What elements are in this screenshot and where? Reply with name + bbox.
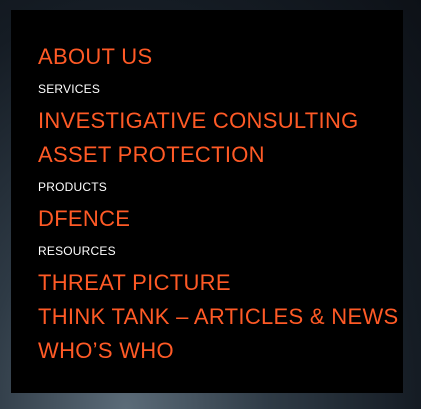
menu-item-about-us[interactable]: ABOUT US	[38, 40, 403, 74]
dropdown-menu-panel: ABOUT US SERVICES INVESTIGATIVE CONSULTI…	[11, 10, 403, 393]
menu-item-threat-picture[interactable]: THREAT PICTURE	[38, 266, 403, 300]
menu-item-think-tank[interactable]: THINK TANK – ARTICLES & NEWS	[38, 300, 403, 334]
menu-item-dfence[interactable]: DFENCE	[38, 202, 403, 236]
menu-item-asset-protection[interactable]: ASSET PROTECTION	[38, 138, 403, 172]
menu-heading-services: SERVICES	[38, 82, 101, 96]
menu-heading-products: PRODUCTS	[38, 180, 107, 194]
menu-item-whos-who[interactable]: WHO’S WHO	[38, 334, 403, 368]
menu-item-investigative-consulting[interactable]: INVESTIGATIVE CONSULTING	[38, 104, 403, 138]
menu-heading-resources: RESOURCES	[38, 244, 116, 258]
